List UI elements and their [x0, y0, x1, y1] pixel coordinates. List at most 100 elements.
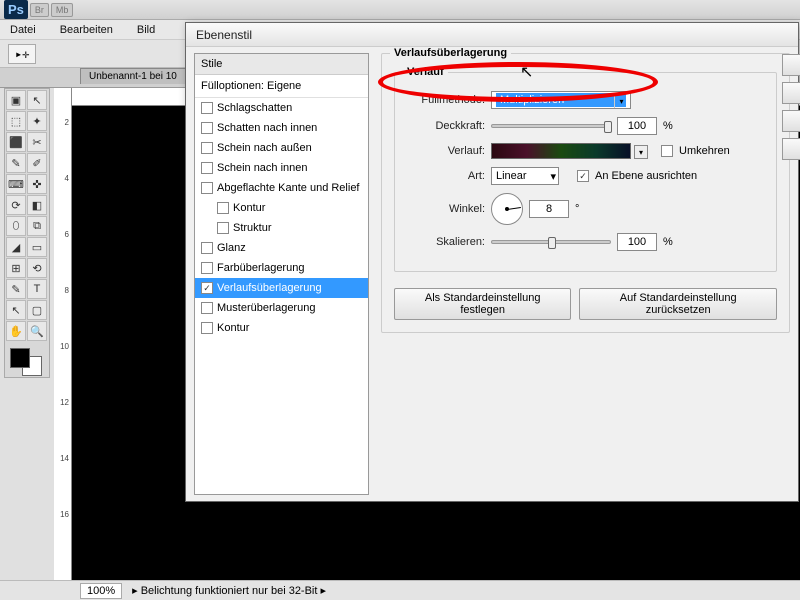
gradient-style-value: Linear — [496, 170, 527, 182]
color-swatch[interactable] — [6, 346, 48, 376]
make-default-button[interactable]: Als Standardeinstellung festlegen — [394, 288, 571, 320]
reverse-checkbox[interactable] — [661, 145, 673, 157]
tool-button[interactable]: ✜ — [27, 174, 47, 194]
tool-button[interactable]: 🔍 — [27, 321, 47, 341]
ruler-tick: 4 — [65, 174, 69, 183]
gradient-picker[interactable]: ▾ — [491, 143, 631, 159]
tool-button[interactable]: ◧ — [27, 195, 47, 215]
tool-button[interactable]: ⧉ — [27, 216, 47, 236]
style-item[interactable]: Farbüberlagerung — [195, 258, 368, 278]
bridge-pill[interactable]: Br — [30, 3, 49, 17]
opacity-slider[interactable] — [491, 124, 611, 128]
style-checkbox[interactable] — [201, 142, 213, 154]
style-item-label: Kontur — [233, 202, 265, 214]
tool-button[interactable]: ▢ — [27, 300, 47, 320]
style-item-label: Verlaufsüberlagerung — [217, 282, 322, 294]
ruler-tick: 16 — [60, 510, 69, 519]
styles-list: Stile Fülloptionen: Eigene Schlagschatte… — [194, 53, 369, 495]
style-item[interactable]: Schein nach außen — [195, 138, 368, 158]
ruler-tick: 10 — [60, 342, 69, 351]
toolbox: ▣↖⬚✦⬛✂✎✐⌨✜⟳◧⬯⧉◢▭⊞⟲✎T↖▢✋🔍 — [4, 88, 50, 378]
tool-button[interactable]: ✂ — [27, 132, 47, 152]
new-style-button[interactable] — [782, 110, 800, 132]
tool-button[interactable]: ⟲ — [27, 258, 47, 278]
style-item-label: Struktur — [233, 222, 272, 234]
layer-style-dialog: Ebenenstil Stile Fülloptionen: Eigene Sc… — [185, 22, 799, 502]
tool-button[interactable]: ✦ — [27, 111, 47, 131]
preview-checkbox[interactable] — [782, 138, 800, 160]
tool-button[interactable]: ◢ — [6, 237, 26, 257]
tool-button[interactable]: ⊞ — [6, 258, 26, 278]
document-tab[interactable]: Unbenannt-1 bei 10 — [80, 68, 186, 84]
cancel-button[interactable] — [782, 82, 800, 104]
style-item[interactable]: Schlagschatten — [195, 98, 368, 118]
blend-label: Füllmethode: — [407, 94, 485, 106]
tool-button[interactable]: ⬛ — [6, 132, 26, 152]
style-item[interactable]: Struktur — [195, 218, 368, 238]
style-checkbox[interactable] — [201, 122, 213, 134]
style-item[interactable]: Kontur — [195, 318, 368, 338]
style-item[interactable]: Kontur — [195, 198, 368, 218]
tool-button[interactable]: T — [27, 279, 47, 299]
ps-logo-icon: Ps — [4, 0, 28, 19]
chevron-down-icon: ▾ — [550, 170, 556, 183]
style-checkbox[interactable] — [217, 222, 229, 234]
ok-button[interactable] — [782, 54, 800, 76]
scale-slider[interactable] — [491, 240, 611, 244]
blend-mode-dropdown[interactable]: Multiplizieren ▾ — [491, 91, 631, 109]
style-item[interactable]: Abgeflachte Kante und Relief — [195, 178, 368, 198]
gradient-style-dropdown[interactable]: Linear ▾ — [491, 167, 559, 185]
style-checkbox[interactable] — [201, 302, 213, 314]
style-checkbox[interactable]: ✓ — [201, 282, 213, 294]
style-checkbox[interactable] — [201, 262, 213, 274]
reset-default-button[interactable]: Auf Standardeinstellung zurücksetzen — [579, 288, 777, 320]
ruler-tick: 8 — [65, 286, 69, 295]
angle-dial[interactable] — [491, 193, 523, 225]
gradient-label: Verlauf: — [407, 145, 485, 157]
style-checkbox[interactable] — [201, 322, 213, 334]
style-item[interactable]: Schein nach innen — [195, 158, 368, 178]
tool-button[interactable]: ⌨ — [6, 174, 26, 194]
opacity-input[interactable]: 100 — [617, 117, 657, 135]
move-tool-icon[interactable]: ▸✛ — [8, 44, 36, 64]
tool-button[interactable]: ⟳ — [6, 195, 26, 215]
style-checkbox[interactable] — [201, 102, 213, 114]
scale-input[interactable]: 100 — [617, 233, 657, 251]
style-checkbox[interactable] — [217, 202, 229, 214]
style-checkbox[interactable] — [201, 182, 213, 194]
status-message: ▸ Belichtung funktioniert nur bei 32-Bit… — [132, 584, 326, 597]
tool-button[interactable]: ↖ — [27, 90, 47, 110]
style-checkbox[interactable] — [201, 242, 213, 254]
inner-legend: Verlauf — [403, 66, 448, 78]
zoom-value[interactable]: 100% — [80, 583, 122, 599]
dialog-title: Ebenenstil — [186, 23, 798, 47]
tool-button[interactable]: ↖ — [6, 300, 26, 320]
style-label: Art: — [407, 170, 485, 182]
opacity-label: Deckkraft: — [407, 120, 485, 132]
style-item[interactable]: Schatten nach innen — [195, 118, 368, 138]
menu-edit[interactable]: Bearbeiten — [60, 24, 113, 36]
tool-button[interactable]: ✎ — [6, 279, 26, 299]
style-item[interactable]: ✓ Verlaufsüberlagerung — [195, 278, 368, 298]
ruler-tick: 14 — [60, 454, 69, 463]
tool-button[interactable]: ▭ — [27, 237, 47, 257]
tool-button[interactable]: ⬯ — [6, 216, 26, 236]
menu-image[interactable]: Bild — [137, 24, 155, 36]
align-checkbox[interactable]: ✓ — [577, 170, 589, 182]
style-item[interactable]: Musterüberlagerung — [195, 298, 368, 318]
chevron-down-icon[interactable]: ▾ — [634, 145, 648, 159]
minibridge-pill[interactable]: Mb — [51, 3, 74, 17]
tool-button[interactable]: ✐ — [27, 153, 47, 173]
style-item-label: Farbüberlagerung — [217, 262, 304, 274]
tool-button[interactable]: ✋ — [6, 321, 26, 341]
ruler-tick: 12 — [60, 398, 69, 407]
menu-file[interactable]: Datei — [10, 24, 36, 36]
tool-button[interactable]: ▣ — [6, 90, 26, 110]
style-item[interactable]: Glanz — [195, 238, 368, 258]
fill-options-link[interactable]: Fülloptionen: Eigene — [195, 75, 368, 98]
tool-button[interactable]: ✎ — [6, 153, 26, 173]
tool-button[interactable]: ⬚ — [6, 111, 26, 131]
dialog-right-buttons — [782, 54, 800, 166]
angle-input[interactable]: 8 — [529, 200, 569, 218]
style-checkbox[interactable] — [201, 162, 213, 174]
